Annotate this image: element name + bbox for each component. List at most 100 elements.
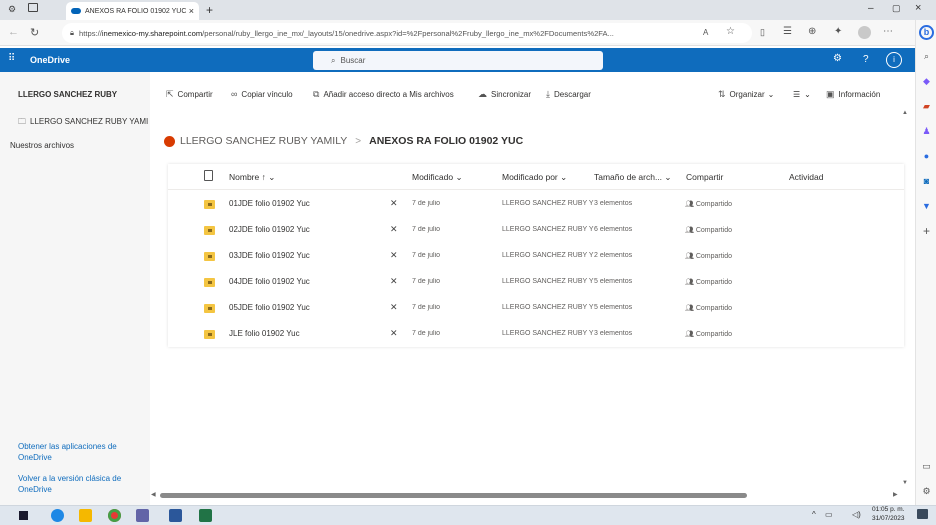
browser-tab[interactable]: ANEXOS RA FOLIO 01902 YUC - × <box>66 2 199 20</box>
sidebar-tools-icon[interactable]: ▼ <box>920 200 933 213</box>
share-command[interactable]: ⇱ Compartir <box>166 86 213 102</box>
sidebar-shopping-icon[interactable]: ▰ <box>920 100 933 113</box>
read-aloud-icon[interactable]: A <box>703 28 708 37</box>
sidebar-layout-icon[interactable]: ▭ <box>920 460 933 473</box>
browser-menu-icon[interactable]: ⚙ <box>8 4 16 15</box>
sidebar-games-icon[interactable]: ♟ <box>920 125 933 138</box>
sidebar-tag-icon[interactable]: ◆ <box>920 75 933 88</box>
organize-command[interactable]: ⇅ Organizar ⌄ <box>718 86 774 102</box>
download-command[interactable]: ⤓ Descargar <box>546 86 591 102</box>
row-share-icon[interactable]: ✕ <box>390 328 398 339</box>
back-icon[interactable]: ← <box>8 26 19 38</box>
excel-taskbar-icon[interactable] <box>199 509 212 522</box>
info-command[interactable]: ▣ Información <box>826 86 880 102</box>
file-name[interactable]: 05JDE folio 01902 Yuc <box>229 303 310 312</box>
people-icon: 👥︎ <box>685 201 694 208</box>
column-header-name[interactable]: Nombre ↑ ⌄ <box>229 172 275 186</box>
scroll-up-arrow[interactable]: ▲ <box>902 110 908 116</box>
favorites-icon[interactable]: ☰ <box>783 26 792 37</box>
account-avatar[interactable]: i <box>886 52 902 68</box>
column-header-sharing[interactable]: Compartir <box>686 172 723 186</box>
breadcrumb-root[interactable]: LLERGO SANCHEZ RUBY YAMILY <box>180 135 347 147</box>
notifications-icon[interactable] <box>917 509 928 519</box>
nav-folder-item[interactable]: 🗀︎ LLERGO SANCHEZ RUBY YAMI <box>18 116 148 130</box>
get-apps-link[interactable]: Obtener las aplicaciones de OneDrive <box>18 441 138 463</box>
table-row[interactable]: 03JDE folio 01902 Yuc ✕ 7 de julio LLERG… <box>168 244 904 270</box>
column-header-size[interactable]: Tamaño de arch... ⌄ <box>594 172 672 186</box>
help-button[interactable]: ? <box>863 54 869 65</box>
url-field[interactable]: 🔒︎ https://inemexico-my.sharepoint.com/p… <box>62 23 752 43</box>
people-icon: 👥︎ <box>685 331 694 338</box>
sidebar-settings-icon[interactable]: ⚙ <box>920 485 933 498</box>
tray-volume-icon[interactable]: ◁) <box>852 510 861 519</box>
row-share-icon[interactable]: ✕ <box>390 224 398 235</box>
scroll-right-arrow[interactable]: ▶ <box>893 491 898 498</box>
column-header-modified[interactable]: Modificado ⌄ <box>412 172 463 186</box>
favorite-star-icon[interactable]: ☆ <box>726 26 735 37</box>
sidebar-office-icon[interactable]: ● <box>920 150 933 163</box>
breadcrumb-user-icon <box>164 135 175 147</box>
file-type-header-icon[interactable] <box>204 170 213 181</box>
explorer-taskbar-icon[interactable] <box>79 509 92 522</box>
teams-taskbar-icon[interactable] <box>136 509 149 522</box>
browser-more-icon[interactable]: ⋯ <box>883 26 893 37</box>
scroll-left-arrow[interactable]: ◀ <box>151 491 156 498</box>
row-share-icon[interactable]: ✕ <box>390 302 398 313</box>
row-share-icon[interactable]: ✕ <box>390 250 398 261</box>
table-row[interactable]: 05JDE folio 01902 Yuc ✕ 7 de julio LLERG… <box>168 296 904 322</box>
chrome-taskbar-icon[interactable] <box>108 509 121 522</box>
copy-link-command[interactable]: ∞ Copiar vínculo <box>231 86 293 102</box>
add-shortcut-command[interactable]: ⧉ Añadir acceso directo a Mis archivos <box>313 86 454 102</box>
nav-our-files[interactable]: Nuestros archivos <box>10 141 74 150</box>
table-row[interactable]: 02JDE folio 01902 Yuc ✕ 7 de julio LLERG… <box>168 218 904 244</box>
new-tab-button[interactable]: + <box>206 3 213 17</box>
minimize-button[interactable]: – <box>868 3 874 14</box>
row-share-icon[interactable]: ✕ <box>390 276 398 287</box>
edge-taskbar-icon[interactable] <box>51 509 64 522</box>
app-title[interactable]: OneDrive <box>30 55 70 65</box>
tab-close-icon[interactable]: × <box>189 6 194 16</box>
maximize-button[interactable]: ▢ <box>892 3 901 14</box>
clock-time[interactable]: 01:05 p. m. <box>872 506 905 513</box>
file-name[interactable]: JLE folio 01902 Yuc <box>229 329 300 338</box>
table-row[interactable]: 04JDE folio 01902 Yuc ✕ 7 de julio LLERG… <box>168 270 904 296</box>
table-row[interactable]: JLE folio 01902 Yuc ✕ 7 de julio LLERGO … <box>168 322 904 348</box>
file-name[interactable]: 02JDE folio 01902 Yuc <box>229 225 310 234</box>
tray-chevron-icon[interactable]: ^ <box>812 510 816 519</box>
search-input: Buscar <box>340 56 366 65</box>
sidebar-search-icon[interactable]: ⌕ <box>920 50 933 63</box>
file-name[interactable]: 04JDE folio 01902 Yuc <box>229 277 310 286</box>
info-pane-icon: ▣ <box>826 88 835 99</box>
bing-icon[interactable]: b <box>919 25 934 40</box>
column-header-activity[interactable]: Actividad <box>789 172 824 186</box>
settings-gear-icon[interactable]: ⚙ <box>833 53 842 64</box>
view-options-command[interactable]: ☰ ⌄ <box>793 86 811 102</box>
app-launcher-icon[interactable]: ⠿ <box>8 53 15 64</box>
search-box[interactable]: ⌕ Buscar <box>313 51 603 70</box>
row-share-icon[interactable]: ✕ <box>390 198 398 209</box>
word-taskbar-icon[interactable] <box>169 509 182 522</box>
tray-network-icon[interactable]: ▭ <box>825 510 833 519</box>
window-close-button[interactable]: × <box>915 2 921 14</box>
file-name[interactable]: 03JDE folio 01902 Yuc <box>229 251 310 260</box>
windows-start-icon[interactable] <box>18 510 28 520</box>
classic-view-link[interactable]: Volver a la versión clásica de OneDrive <box>18 473 138 495</box>
extension-icon[interactable]: ✦ <box>834 26 842 37</box>
scroll-down-arrow[interactable]: ▼ <box>902 480 908 486</box>
table-row[interactable]: 01JDE folio 01902 Yuc ✕ 7 de julio LLERG… <box>168 192 904 218</box>
sync-command[interactable]: ☁ Sincronizar <box>478 86 531 102</box>
profile-avatar[interactable] <box>858 26 871 39</box>
sidebar-add-icon[interactable]: + <box>920 225 933 238</box>
clock-date[interactable]: 31/07/2023 <box>872 515 905 522</box>
share-icon: ⇱ <box>166 88 174 99</box>
sidebar-outlook-icon[interactable]: ◙ <box>920 175 933 188</box>
sync-icon: ☁ <box>478 88 487 99</box>
column-header-modified-by[interactable]: Modificado por ⌄ <box>502 172 567 186</box>
refresh-icon[interactable]: ↻ <box>30 26 39 39</box>
tab-actions-icon[interactable] <box>28 3 38 12</box>
collections-icon[interactable]: ⊕ <box>808 26 816 37</box>
split-screen-icon[interactable]: ▯ <box>760 27 765 38</box>
file-name[interactable]: 01JDE folio 01902 Yuc <box>229 199 310 208</box>
scrollbar-thumb[interactable] <box>160 493 747 498</box>
list-view-icon: ☰ <box>793 89 801 99</box>
